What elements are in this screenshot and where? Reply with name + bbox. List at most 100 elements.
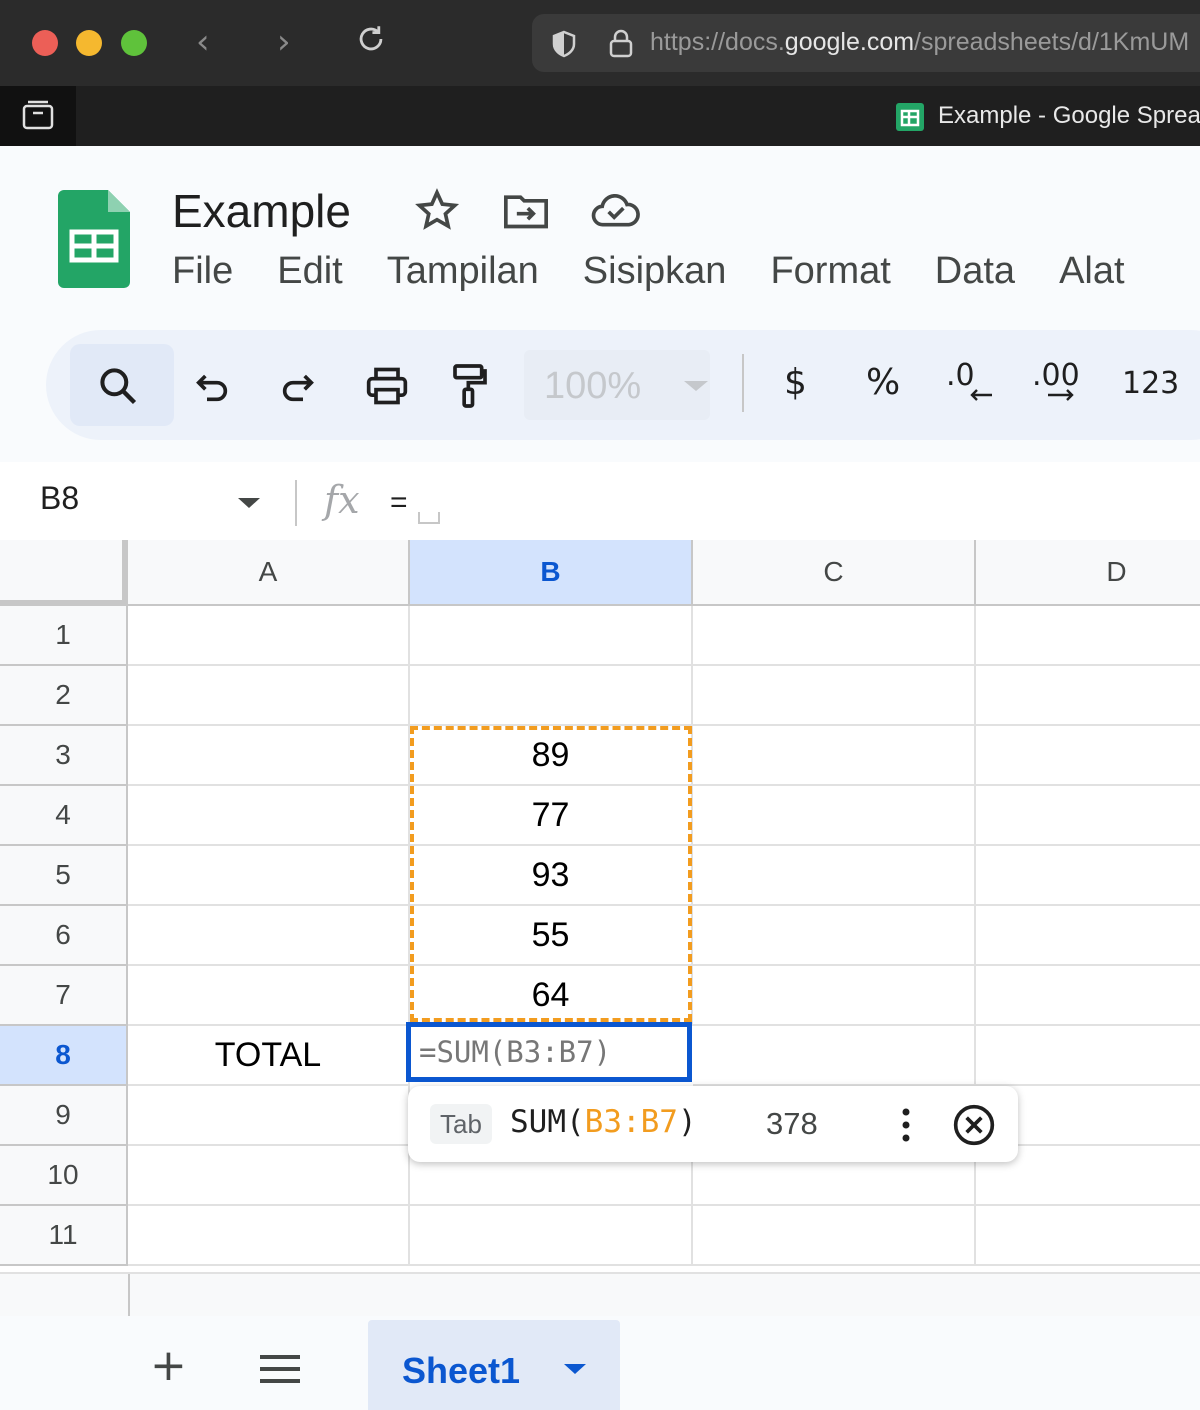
cell-d8[interactable]: [976, 1026, 1200, 1086]
minimize-window-button[interactable]: [76, 30, 102, 56]
row-header-5[interactable]: 5: [0, 846, 128, 906]
close-window-button[interactable]: [32, 30, 58, 56]
document-title[interactable]: Example: [172, 184, 351, 238]
referenced-range-highlight: [410, 726, 692, 1022]
number-format-button[interactable]: 123: [1122, 366, 1179, 401]
cell-a1[interactable]: [128, 606, 410, 666]
row-header-3[interactable]: 3: [0, 726, 128, 786]
chevron-down-icon[interactable]: [238, 498, 260, 508]
cell-c3[interactable]: [693, 726, 976, 786]
percent-format-button[interactable]: %: [866, 362, 900, 403]
cell-d4[interactable]: [976, 786, 1200, 846]
cell-a8[interactable]: TOTAL: [128, 1026, 410, 1086]
column-header-a[interactable]: A: [128, 540, 410, 606]
row-header-11[interactable]: 11: [0, 1206, 128, 1266]
cell-a9[interactable]: [128, 1086, 410, 1146]
zoom-select[interactable]: 100%: [524, 350, 710, 420]
all-sheets-menu-icon[interactable]: [258, 1354, 302, 1389]
cell-a3[interactable]: [128, 726, 410, 786]
menu-edit[interactable]: Edit: [277, 250, 342, 293]
shield-icon[interactable]: [552, 30, 576, 58]
sheet-tab-sheet1[interactable]: Sheet1: [368, 1320, 620, 1410]
add-sheet-button[interactable]: +: [150, 1344, 187, 1388]
cell-d11[interactable]: [976, 1206, 1200, 1266]
cell-a6[interactable]: [128, 906, 410, 966]
suggested-formula[interactable]: SUM(B3:B7): [510, 1104, 697, 1140]
cell-d5[interactable]: [976, 846, 1200, 906]
cell-d6[interactable]: [976, 906, 1200, 966]
cell-c11[interactable]: [693, 1206, 976, 1266]
more-vert-icon[interactable]: [896, 1104, 916, 1151]
chevron-down-icon: [684, 381, 708, 391]
cell-c7[interactable]: [693, 966, 976, 1026]
chevron-down-icon[interactable]: [564, 1364, 586, 1374]
row-header-2[interactable]: 2: [0, 666, 128, 726]
menu-tools[interactable]: Alat: [1059, 250, 1124, 293]
row-header-6[interactable]: 6: [0, 906, 128, 966]
text-cursor-icon: [418, 512, 440, 524]
column-header-c[interactable]: C: [693, 540, 976, 606]
cell-a2[interactable]: [128, 666, 410, 726]
cell-b11[interactable]: [410, 1206, 693, 1266]
cloud-saved-icon[interactable]: [590, 188, 642, 237]
print-icon[interactable]: [364, 358, 410, 414]
reload-icon[interactable]: [354, 22, 388, 65]
forward-icon[interactable]: ›: [277, 22, 291, 62]
cell-c4[interactable]: [693, 786, 976, 846]
cell-b1[interactable]: [410, 606, 693, 666]
row-header-10[interactable]: 10: [0, 1146, 128, 1206]
increase-decimal-button[interactable]: .00: [1032, 358, 1080, 401]
paint-format-icon[interactable]: [450, 358, 490, 414]
active-cell-editor[interactable]: =SUM(B3:B7): [406, 1022, 692, 1082]
formula-bar: B8 fx =: [0, 462, 1200, 540]
search-icon[interactable]: [96, 358, 140, 414]
row-header-8[interactable]: 8: [0, 1026, 128, 1086]
row-header-7[interactable]: 7: [0, 966, 128, 1026]
cell-c1[interactable]: [693, 606, 976, 666]
decrease-decimal-button[interactable]: .0: [946, 358, 992, 401]
cell-a10[interactable]: [128, 1146, 410, 1206]
column-header-d[interactable]: D: [976, 540, 1200, 606]
zoom-window-button[interactable]: [121, 30, 147, 56]
cell-a7[interactable]: [128, 966, 410, 1026]
cell-d3[interactable]: [976, 726, 1200, 786]
column-header-b[interactable]: B: [410, 540, 693, 606]
row-header-1[interactable]: 1: [0, 606, 128, 666]
menu-file[interactable]: File: [172, 250, 233, 293]
lock-icon[interactable]: [608, 28, 634, 58]
address-bar[interactable]: https://docs.google.com/spreadsheets/d/1…: [532, 14, 1200, 72]
cell-a5[interactable]: [128, 846, 410, 906]
cell-b2[interactable]: [410, 666, 693, 726]
cell-c8[interactable]: [693, 1026, 976, 1086]
undo-icon[interactable]: [192, 358, 232, 414]
currency-format-button[interactable]: $: [784, 362, 807, 403]
spreadsheet-grid[interactable]: A B C D 1 2 3 4 5 6 7 8 9 10 11 89 77 93…: [0, 540, 1200, 1276]
sheet-tab-bar: + Sheet1: [0, 1316, 1200, 1410]
close-icon[interactable]: [952, 1103, 996, 1152]
row-header-4[interactable]: 4: [0, 786, 128, 846]
sheets-logo-icon[interactable]: [58, 190, 130, 293]
cell-a4[interactable]: [128, 786, 410, 846]
back-icon[interactable]: ‹: [196, 22, 210, 62]
formula-suggestion-popup[interactable]: Tab SUM(B3:B7) 378: [408, 1086, 1018, 1162]
menu-view[interactable]: Tampilan: [387, 250, 539, 293]
select-all-corner[interactable]: [0, 540, 128, 606]
cell-c2[interactable]: [693, 666, 976, 726]
redo-icon[interactable]: [278, 358, 318, 414]
menu-format[interactable]: Format: [770, 250, 890, 293]
move-to-folder-icon[interactable]: [502, 188, 550, 237]
cell-c5[interactable]: [693, 846, 976, 906]
horizontal-scrollbar[interactable]: [0, 1272, 1200, 1318]
cell-d1[interactable]: [976, 606, 1200, 666]
name-box[interactable]: B8: [40, 480, 79, 517]
cell-d2[interactable]: [976, 666, 1200, 726]
star-icon[interactable]: [414, 188, 460, 237]
cell-a11[interactable]: [128, 1206, 410, 1266]
menu-data[interactable]: Data: [935, 250, 1015, 293]
menu-insert[interactable]: Sisipkan: [583, 250, 727, 293]
cell-d7[interactable]: [976, 966, 1200, 1026]
row-header-9[interactable]: 9: [0, 1086, 128, 1146]
sidebar-icon[interactable]: [0, 86, 76, 146]
cell-c6[interactable]: [693, 906, 976, 966]
formula-input[interactable]: =: [390, 486, 408, 520]
